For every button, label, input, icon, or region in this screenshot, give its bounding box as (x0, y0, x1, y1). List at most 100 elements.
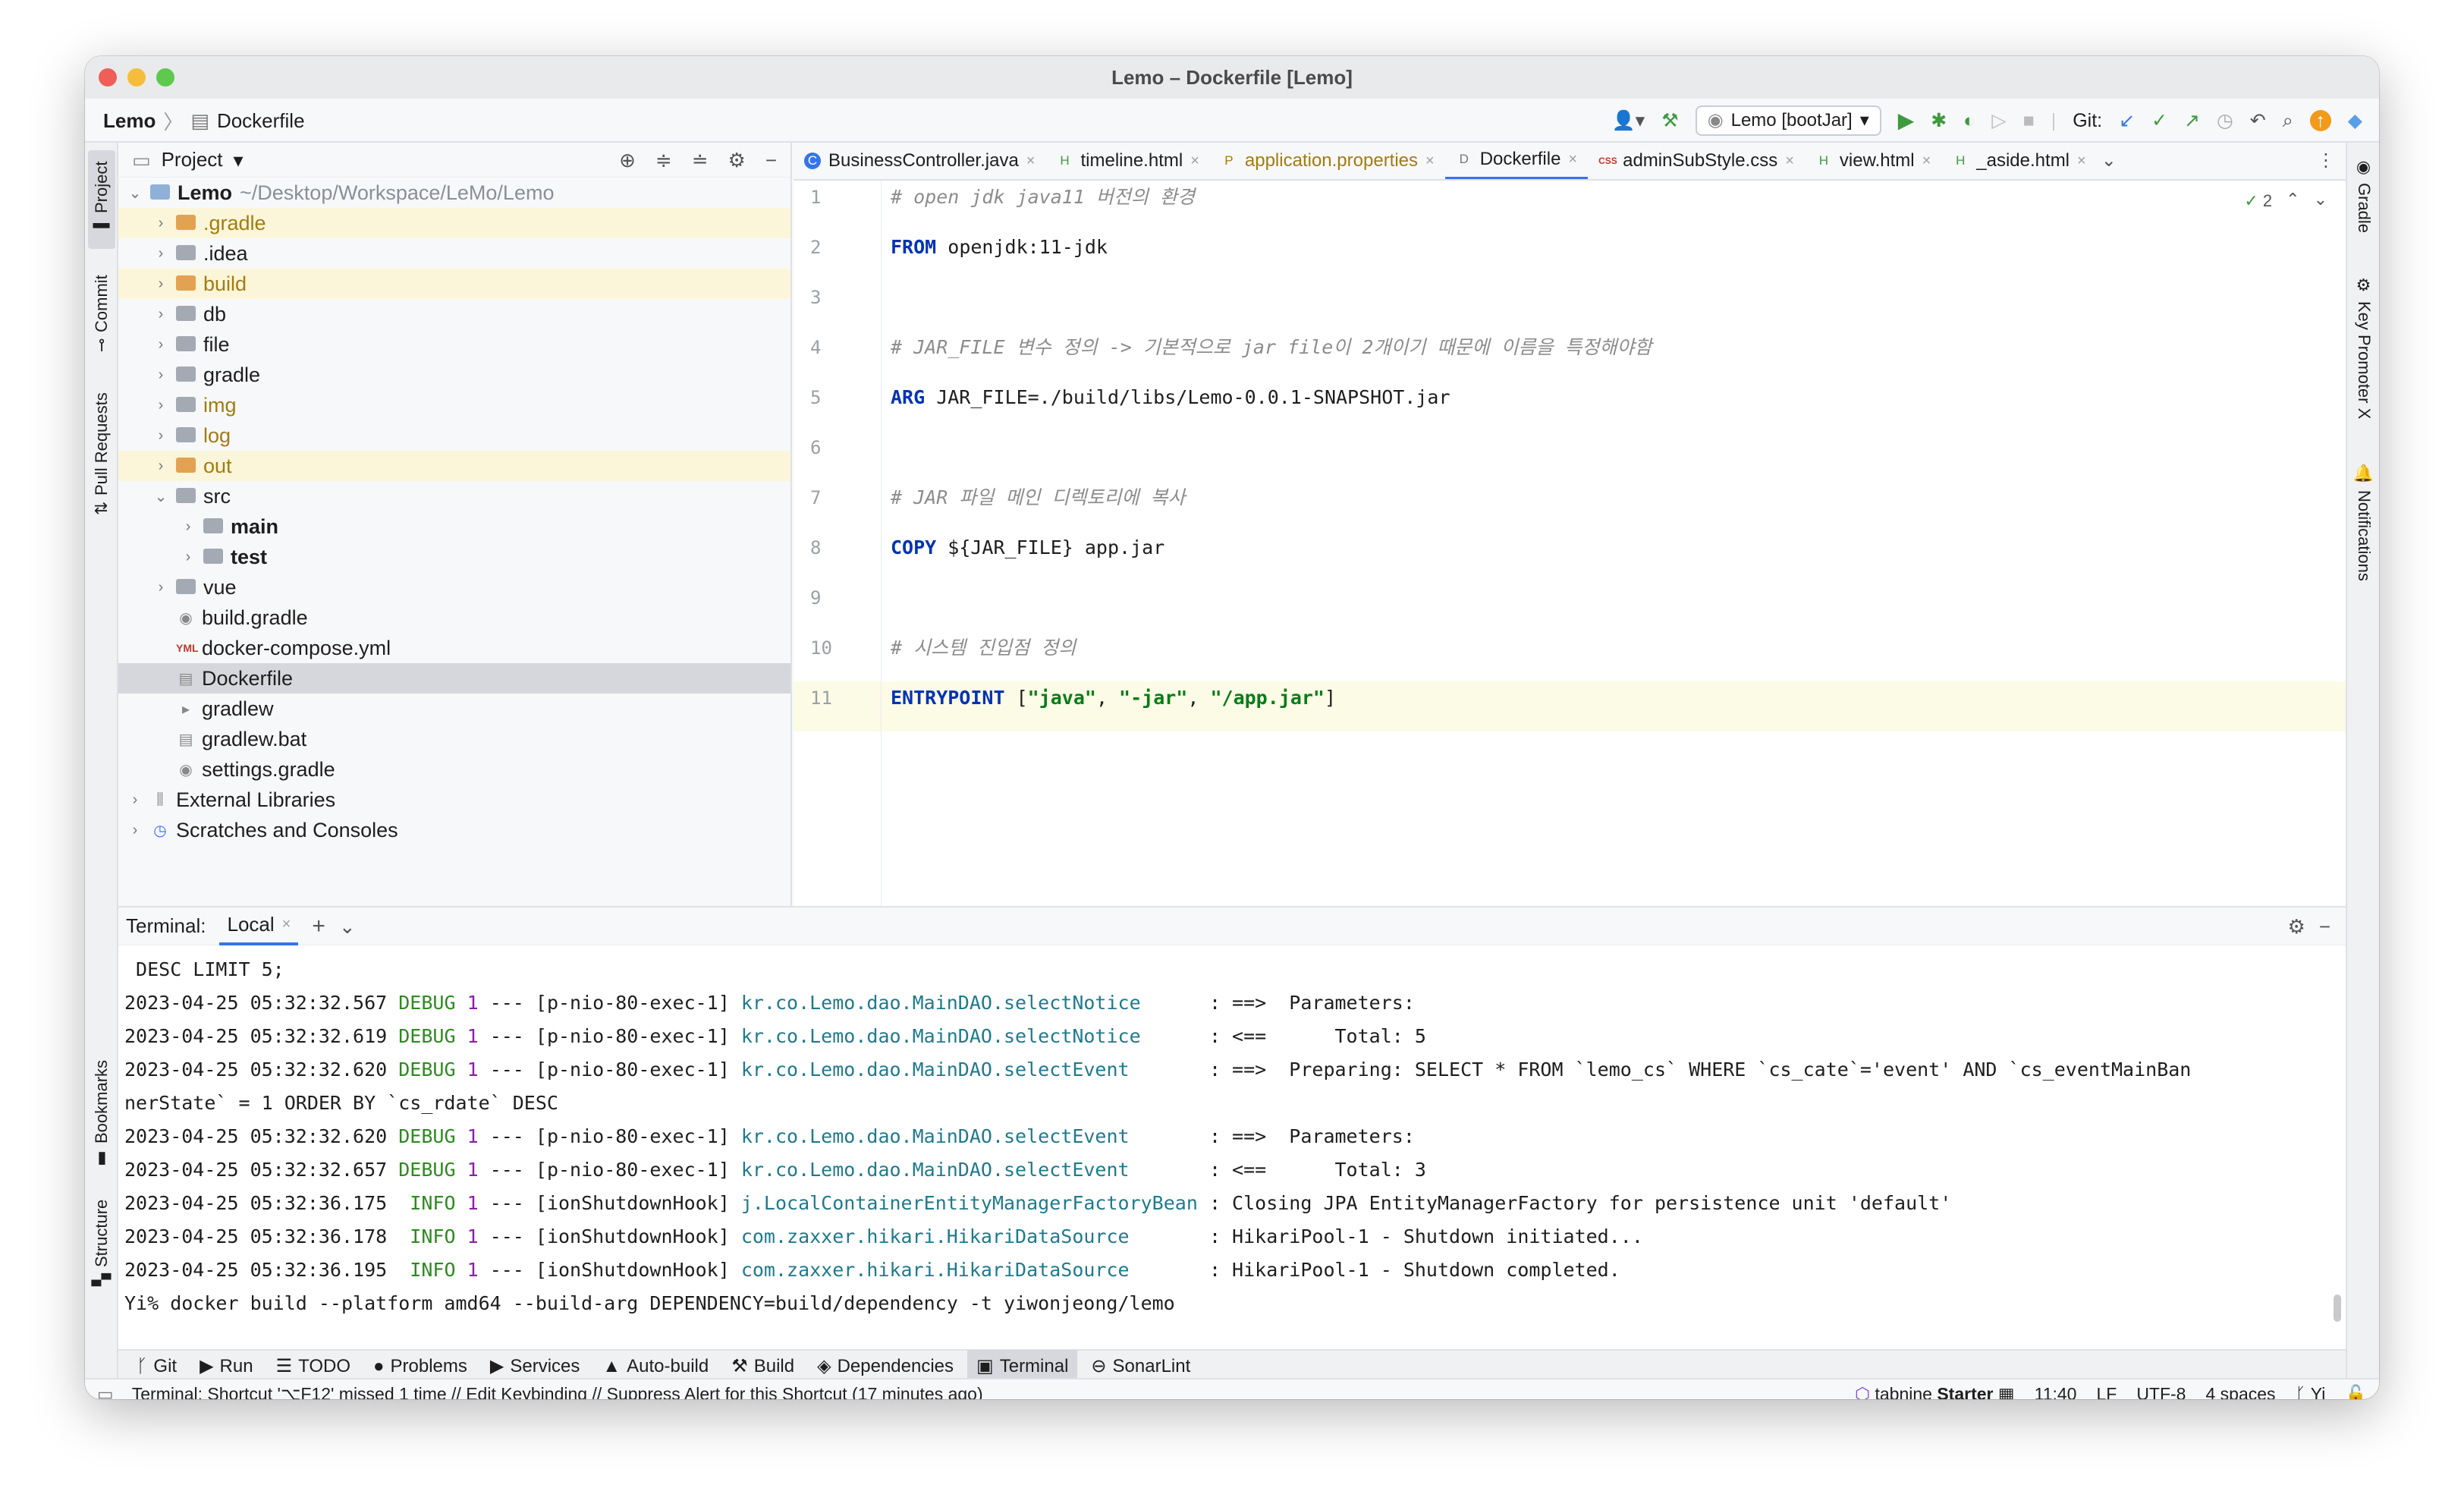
tab-adminsubstyle[interactable]: CSS adminSubStyle.css × (1588, 143, 1805, 179)
chevron-down-icon[interactable]: ⌄ (339, 917, 356, 936)
line-separator[interactable]: LF (2096, 1384, 2117, 1400)
tree-item-settings-gradle[interactable]: ◉ settings.gradle (118, 754, 790, 785)
gear-icon[interactable]: ⚙ (728, 150, 746, 170)
chevron-right-icon[interactable]: › (152, 427, 170, 445)
tree-item-src[interactable]: ⌄ src (118, 481, 790, 511)
update-icon[interactable]: ↑ (2309, 110, 2331, 131)
minimize-window-button[interactable] (127, 68, 146, 87)
tree-item-gradle[interactable]: › gradle (118, 360, 790, 390)
tree-item-idea[interactable]: › .idea (118, 238, 790, 269)
chevron-down-icon[interactable]: ▾ (234, 150, 244, 170)
chevron-up-icon[interactable]: ⌃ (2286, 191, 2299, 211)
hide-icon[interactable]: − (2319, 917, 2330, 936)
project-panel-title[interactable]: Project (162, 148, 223, 171)
tree-item-vue[interactable]: › vue (118, 572, 790, 602)
chevron-right-icon[interactable]: › (152, 245, 170, 263)
close-icon[interactable]: × (1922, 153, 1931, 170)
close-icon[interactable]: × (1026, 153, 1036, 170)
run-icon[interactable]: ▶ (1898, 110, 1915, 131)
chevron-right-icon[interactable]: › (126, 822, 144, 839)
zoom-window-button[interactable] (156, 68, 174, 87)
search-icon[interactable]: ⌕ (2283, 111, 2293, 131)
tabnine-widget[interactable]: ⬡ tabnine Starter ▦ (1855, 1384, 2015, 1400)
chevron-down-icon[interactable]: ⌄ (126, 184, 144, 203)
rollback-icon[interactable]: ↶ (2250, 111, 2266, 131)
chevron-right-icon[interactable]: › (179, 518, 197, 536)
tree-item-gradlew-bat[interactable]: ▤ gradlew.bat (118, 724, 790, 754)
chevron-down-icon[interactable]: ⌄ (2101, 152, 2117, 170)
coverage-icon[interactable]: ◐ (1963, 111, 1975, 131)
tree-item-build[interactable]: › build (118, 269, 790, 299)
chevron-right-icon[interactable]: › (152, 215, 170, 232)
tree-item-img[interactable]: › img (118, 390, 790, 420)
file-encoding[interactable]: UTF-8 (2136, 1384, 2186, 1400)
chevron-right-icon[interactable]: › (152, 306, 170, 323)
add-icon[interactable]: + (312, 914, 325, 938)
collapse-all-icon[interactable]: ≐ (692, 150, 709, 170)
close-icon[interactable]: × (1190, 153, 1199, 170)
chevron-right-icon[interactable]: › (152, 275, 170, 293)
hide-icon[interactable]: − (765, 150, 777, 170)
locate-icon[interactable]: ⊕ (619, 150, 636, 170)
tree-item-log[interactable]: › log (118, 420, 790, 451)
expand-all-icon[interactable]: ≑ (655, 150, 672, 170)
git-update-icon[interactable]: ↙ (2119, 111, 2135, 131)
bookmarks-tool-button[interactable]: ▮ Bookmarks (88, 1053, 115, 1175)
tree-item-test[interactable]: › test (118, 542, 790, 572)
tree-item-build-gradle[interactable]: ◉ build.gradle (118, 602, 790, 633)
tab-timeline[interactable]: Htimeline.html × (1045, 143, 1209, 179)
notifications-tool-button[interactable]: 🔔 Notifications (2350, 446, 2378, 598)
structure-tool-button[interactable]: ▚ Structure (88, 1190, 115, 1296)
chevron-right-icon[interactable]: › (152, 579, 170, 596)
pull-requests-tool-button[interactable]: ⇅ Pull Requests (88, 378, 115, 530)
close-icon[interactable]: × (1568, 151, 1577, 168)
tab-terminal-local[interactable]: Local × (219, 908, 299, 945)
history-icon[interactable]: ◷ (2217, 111, 2233, 131)
inspection-widget[interactable]: ✓ 2 ⌃ ⌄ (2244, 191, 2327, 211)
chevron-right-icon[interactable]: › (179, 549, 197, 566)
tab-businesscontroller[interactable]: C BusinessController.java × (794, 143, 1045, 179)
breadcrumb-project[interactable]: Lemo (103, 109, 156, 133)
stop-icon[interactable]: ■ (2023, 111, 2035, 131)
lock-icon[interactable]: 🔓 (2345, 1385, 2367, 1399)
git-push-icon[interactable]: ↗ (2184, 111, 2200, 131)
tree-item-docker-compose[interactable]: YML docker-compose.yml (118, 633, 790, 663)
close-icon[interactable]: × (2077, 153, 2086, 170)
profile-icon[interactable]: ▷ (1991, 111, 2006, 131)
tab-application-properties[interactable]: Papplication.properties × (1210, 143, 1445, 179)
tree-item-db[interactable]: › db (118, 299, 790, 329)
close-icon[interactable]: × (1785, 153, 1794, 170)
code-editor[interactable]: # open jdk java11 버전의 환경 FROM openjdk:11… (882, 181, 2346, 906)
tab-dockerfile[interactable]: D Dockerfile × (1444, 143, 1589, 179)
key-promoter-tool-button[interactable]: ⚙ Key Promoter X (2350, 268, 2378, 427)
tree-root[interactable]: ⌄ Lemo ~/Desktop/Workspace/LeMo/Lemo (118, 178, 790, 208)
tree-item-gradle-dir[interactable]: › .gradle (118, 208, 790, 238)
debug-icon[interactable]: ✱ (1931, 111, 1947, 131)
caret-position[interactable]: 11:40 (2035, 1384, 2077, 1400)
account-icon[interactable]: 👤▾ (1612, 111, 1645, 131)
git-commit-icon[interactable]: ✓ (2151, 111, 2167, 131)
tree-item-external-libraries[interactable]: › ⫼ External Libraries (118, 785, 790, 815)
close-icon[interactable]: × (1425, 153, 1435, 170)
tree-item-file[interactable]: › file (118, 329, 790, 360)
tree-item-gradlew[interactable]: ▸ gradlew (118, 694, 790, 724)
tree-item-out[interactable]: › out (118, 451, 790, 481)
gradle-tool-button[interactable]: ◉ Gradle (2350, 150, 2378, 241)
jetbrains-ai-icon[interactable]: ◆ (2348, 111, 2362, 131)
build-hammer-icon[interactable]: ⚒ (1661, 111, 1678, 131)
chevron-right-icon[interactable]: › (152, 336, 170, 354)
terminal-output[interactable]: DESC LIMIT 5; 2023-04-25 05:32:32.567 DE… (118, 945, 2346, 1320)
terminal-prompt-line[interactable]: Yi% docker build --platform amd64 --buil… (124, 1287, 2346, 1320)
indent-setting[interactable]: 4 spaces (2205, 1384, 2275, 1400)
tab-view[interactable]: Hview.html × (1805, 143, 1941, 179)
close-window-button[interactable] (99, 68, 117, 87)
run-config-select[interactable]: ◉ Lemo [bootJar] ▾ (1695, 105, 1881, 136)
git-branch-widget[interactable]: ᚴ Yi (2296, 1384, 2326, 1400)
commit-tool-button[interactable]: ⊸ Commit (88, 264, 115, 363)
more-icon[interactable]: ⋮ (2317, 152, 2335, 170)
close-icon[interactable]: × (282, 916, 291, 933)
chevron-right-icon[interactable]: › (152, 458, 170, 475)
chevron-down-icon[interactable]: ⌄ (152, 487, 170, 506)
panel-toggle-icon[interactable]: ▭ (97, 1385, 114, 1399)
tree-item-main[interactable]: › main (118, 511, 790, 542)
